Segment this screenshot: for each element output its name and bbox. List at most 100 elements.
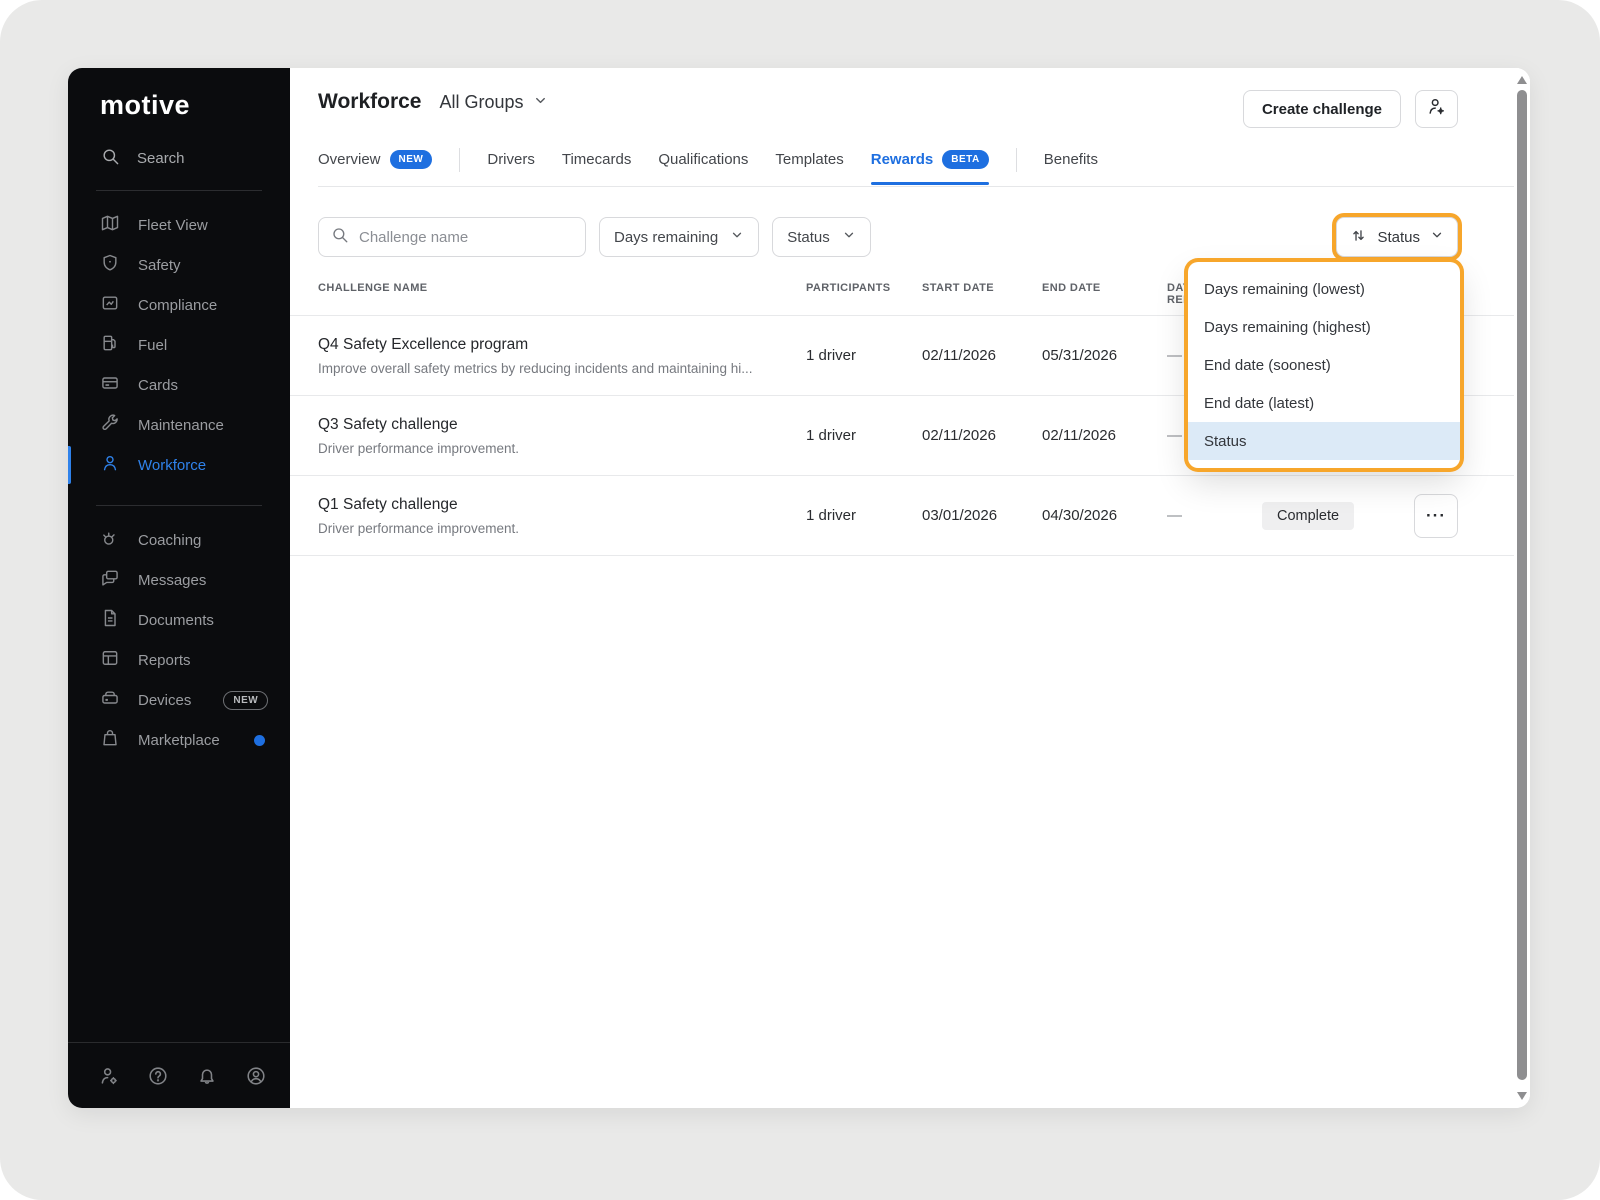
search-icon bbox=[101, 147, 120, 170]
ellipsis-icon: ··· bbox=[1426, 507, 1446, 524]
sidebar-item-label: Fleet View bbox=[138, 217, 208, 234]
sidebar-item-label: Coaching bbox=[138, 532, 201, 549]
tab-label: Templates bbox=[775, 151, 843, 168]
scrollbar bbox=[1514, 68, 1530, 1108]
app-window: motive Search Fleet View Safety Complian… bbox=[68, 68, 1530, 1108]
notification-dot bbox=[254, 735, 265, 746]
tab-label: Benefits bbox=[1044, 151, 1098, 168]
device-icon bbox=[100, 688, 120, 712]
sidebar: motive Search Fleet View Safety Complian… bbox=[68, 68, 290, 1108]
sidebar-divider bbox=[96, 190, 262, 191]
status-badge: Complete bbox=[1262, 502, 1354, 530]
challenge-name: Q1 Safety challenge bbox=[318, 496, 806, 514]
sidebar-item-label: Documents bbox=[138, 612, 214, 629]
menu-item-days-remaining-highest[interactable]: Days remaining (highest) bbox=[1188, 308, 1460, 346]
assign-user-button[interactable] bbox=[1415, 90, 1458, 128]
sidebar-item-workforce[interactable]: Workforce bbox=[68, 445, 290, 485]
sidebar-item-fuel[interactable]: Fuel bbox=[68, 325, 290, 365]
menu-item-days-remaining-lowest[interactable]: Days remaining (lowest) bbox=[1188, 270, 1460, 308]
chart-icon bbox=[100, 293, 120, 317]
sort-dropdown-button[interactable]: Status bbox=[1336, 217, 1458, 257]
sidebar-item-messages[interactable]: Messages bbox=[68, 560, 290, 600]
sidebar-search[interactable]: Search bbox=[68, 121, 290, 170]
status-filter[interactable]: Status bbox=[772, 217, 871, 257]
filter-label: Days remaining bbox=[614, 229, 718, 246]
sidebar-item-compliance[interactable]: Compliance bbox=[68, 285, 290, 325]
tab-benefits[interactable]: Benefits bbox=[1044, 151, 1098, 183]
sidebar-item-label: Compliance bbox=[138, 297, 217, 314]
sidebar-item-label: Devices bbox=[138, 692, 191, 709]
tab-bar: Overview NEW Drivers Timecards Qualifica… bbox=[318, 148, 1514, 187]
fuel-pump-icon bbox=[100, 333, 120, 357]
challenge-search-input[interactable] bbox=[359, 229, 573, 246]
tab-rewards[interactable]: Rewards BETA bbox=[871, 150, 989, 184]
challenge-description: Driver performance improvement. bbox=[318, 521, 806, 536]
sidebar-item-label: Maintenance bbox=[138, 417, 224, 434]
scrollbar-thumb[interactable] bbox=[1517, 90, 1527, 1080]
sidebar-item-cards[interactable]: Cards bbox=[68, 365, 290, 405]
sidebar-item-fleet-view[interactable]: Fleet View bbox=[68, 205, 290, 245]
user-settings-icon[interactable] bbox=[98, 1065, 120, 1087]
menu-item-status[interactable]: Status bbox=[1188, 422, 1460, 460]
sidebar-item-label: Workforce bbox=[138, 457, 206, 474]
column-header-end-date: END DATE bbox=[1042, 282, 1167, 294]
filter-toolbar: Days remaining Status Status bbox=[318, 217, 1514, 257]
sidebar-item-label: Reports bbox=[138, 652, 191, 669]
challenge-description: Driver performance improvement. bbox=[318, 441, 806, 456]
participants-cell: 1 driver bbox=[806, 507, 922, 524]
beta-badge: BETA bbox=[942, 150, 988, 169]
sidebar-divider bbox=[96, 505, 262, 506]
tab-label: Drivers bbox=[487, 151, 535, 168]
chevron-down-icon bbox=[730, 228, 744, 246]
menu-item-end-date-soonest[interactable]: End date (soonest) bbox=[1188, 346, 1460, 384]
sidebar-footer bbox=[68, 1042, 290, 1108]
sidebar-item-label: Messages bbox=[138, 572, 206, 589]
create-challenge-button[interactable]: Create challenge bbox=[1243, 90, 1401, 128]
tab-qualifications[interactable]: Qualifications bbox=[658, 151, 748, 183]
tab-templates[interactable]: Templates bbox=[775, 151, 843, 183]
start-date-cell: 03/01/2026 bbox=[922, 507, 1042, 524]
challenge-name: Q3 Safety challenge bbox=[318, 416, 806, 434]
group-selector[interactable]: All Groups bbox=[439, 91, 547, 113]
scroll-up-arrow[interactable] bbox=[1517, 76, 1527, 84]
sidebar-item-marketplace[interactable]: Marketplace bbox=[68, 720, 290, 760]
new-badge: NEW bbox=[223, 691, 268, 710]
sidebar-primary-nav: Fleet View Safety Compliance Fuel Cards … bbox=[68, 205, 290, 485]
sidebar-item-maintenance[interactable]: Maintenance bbox=[68, 405, 290, 445]
account-icon[interactable] bbox=[245, 1065, 267, 1087]
scroll-down-arrow[interactable] bbox=[1517, 1092, 1527, 1100]
bell-icon[interactable] bbox=[196, 1065, 218, 1087]
sidebar-item-coaching[interactable]: Coaching bbox=[68, 520, 290, 560]
sort-dropdown-menu: Days remaining (lowest) Days remaining (… bbox=[1188, 262, 1460, 468]
tab-label: Overview bbox=[318, 151, 381, 168]
shield-icon bbox=[100, 253, 120, 277]
table-row[interactable]: Q1 Safety challenge Driver performance i… bbox=[290, 476, 1514, 556]
end-date-cell: 05/31/2026 bbox=[1042, 347, 1167, 364]
group-selector-label: All Groups bbox=[439, 92, 523, 113]
chat-icon bbox=[100, 568, 120, 592]
help-icon[interactable] bbox=[147, 1065, 169, 1087]
row-menu-button[interactable]: ··· bbox=[1414, 494, 1458, 538]
actions-cell: ··· bbox=[1412, 494, 1458, 538]
chevron-down-icon bbox=[533, 91, 548, 113]
tab-drivers[interactable]: Drivers bbox=[487, 151, 535, 183]
column-header-start-date: START DATE bbox=[922, 282, 1042, 294]
sidebar-item-label: Safety bbox=[138, 257, 181, 274]
tab-overview[interactable]: Overview NEW bbox=[318, 150, 432, 184]
participants-cell: 1 driver bbox=[806, 427, 922, 444]
page-title: Workforce bbox=[318, 90, 421, 114]
credit-card-icon bbox=[100, 373, 120, 397]
sidebar-item-safety[interactable]: Safety bbox=[68, 245, 290, 285]
sidebar-item-devices[interactable]: Devices NEW bbox=[68, 680, 290, 720]
filter-label: Status bbox=[787, 229, 830, 246]
sidebar-search-label: Search bbox=[137, 150, 185, 167]
days-remaining-filter[interactable]: Days remaining bbox=[599, 217, 759, 257]
sidebar-item-label: Cards bbox=[138, 377, 178, 394]
bag-icon bbox=[100, 728, 120, 752]
challenge-description: Improve overall safety metrics by reduci… bbox=[318, 361, 806, 376]
sort-button-label: Status bbox=[1377, 229, 1420, 246]
menu-item-end-date-latest[interactable]: End date (latest) bbox=[1188, 384, 1460, 422]
sidebar-item-documents[interactable]: Documents bbox=[68, 600, 290, 640]
sidebar-item-reports[interactable]: Reports bbox=[68, 640, 290, 680]
tab-timecards[interactable]: Timecards bbox=[562, 151, 631, 183]
